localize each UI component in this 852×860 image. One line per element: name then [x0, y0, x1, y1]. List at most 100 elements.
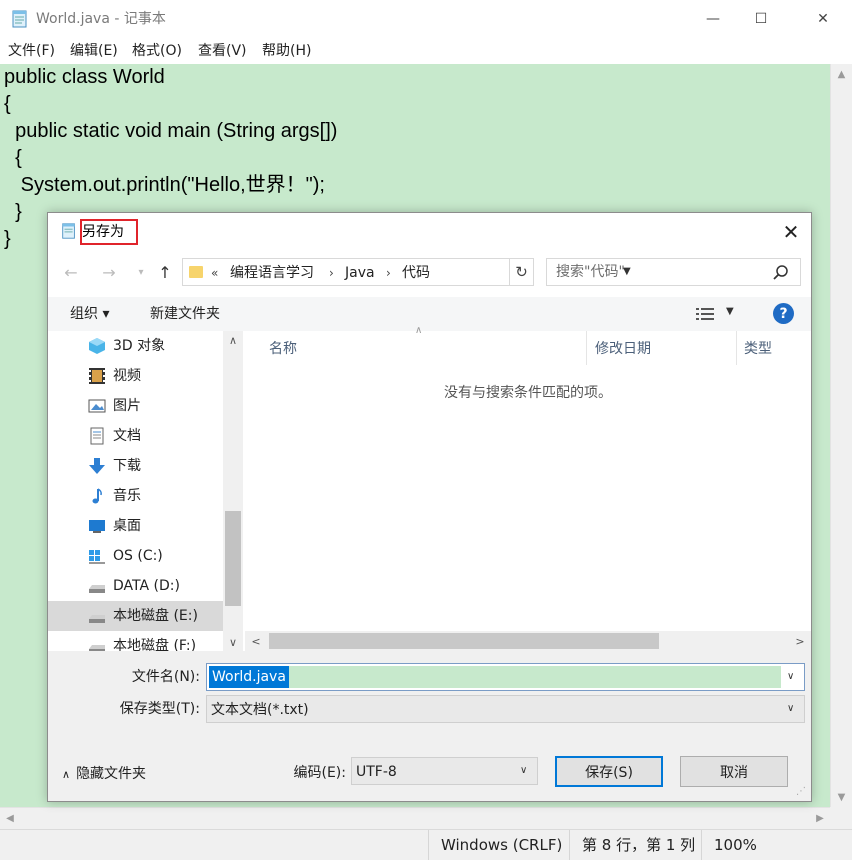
help-icon[interactable]: ?: [773, 303, 794, 324]
nav-item-os-c[interactable]: OS (C:): [48, 541, 223, 571]
nav-item-data-d[interactable]: DATA (D:): [48, 571, 223, 601]
window-title: World.java - 记事本: [36, 11, 166, 27]
scroll-up-icon[interactable]: ▲: [831, 64, 852, 84]
cancel-button[interactable]: 取消: [680, 756, 788, 787]
navigation-row: ← → ▾ ↑ « 编程语言学习 › Java › 代码 ▼ ↻: [48, 253, 811, 291]
close-window-button[interactable]: ✕: [800, 0, 846, 38]
scroll-right-icon[interactable]: ▶: [810, 808, 830, 829]
view-options-icon[interactable]: [696, 307, 714, 321]
search-input[interactable]: [547, 259, 767, 285]
nav-item-music[interactable]: 音乐: [48, 481, 223, 511]
breadcrumb-chevron-icon[interactable]: ›: [386, 263, 391, 283]
menu-bar: 文件(F) 编辑(E) 格式(O) 查看(V) 帮助(H): [0, 38, 852, 64]
desktop-icon: [89, 520, 105, 533]
refresh-button[interactable]: ↻: [510, 258, 534, 286]
close-icon: ✕: [782, 220, 800, 244]
nav-item-3d-objects[interactable]: 3D 对象: [48, 331, 223, 361]
breadcrumb-segment[interactable]: 代码: [402, 263, 430, 283]
nav-item-pictures[interactable]: 图片: [48, 391, 223, 421]
scrollbar-thumb[interactable]: [225, 511, 241, 606]
scroll-down-icon[interactable]: ▼: [831, 787, 852, 807]
chevron-down-icon[interactable]: ▼: [726, 306, 734, 317]
nav-item-local-disk-f[interactable]: 本地磁盘 (F:): [48, 631, 223, 651]
scroll-up-icon[interactable]: ∧: [223, 331, 243, 349]
code-line: System.out.println("Hello,世界！");: [4, 174, 325, 196]
chevron-down-icon[interactable]: ∨: [520, 765, 527, 776]
status-bar: Windows (CRLF) 第 8 行，第 1 列 100%: [0, 829, 852, 860]
pictures-icon: [88, 399, 106, 413]
new-folder-button[interactable]: 新建文件夹: [150, 304, 220, 324]
status-position: 第 8 行，第 1 列: [569, 830, 701, 860]
code-line: {: [4, 147, 22, 169]
nav-item-documents[interactable]: 文档: [48, 421, 223, 451]
nav-pane-scrollbar[interactable]: ∧ ∨: [223, 331, 243, 651]
column-header-date[interactable]: 修改日期: [595, 339, 651, 359]
breadcrumb-chevron-icon[interactable]: ›: [329, 263, 334, 283]
column-divider[interactable]: [736, 331, 737, 365]
menu-help[interactable]: 帮助(H): [262, 41, 311, 61]
minimize-icon: —: [706, 11, 720, 27]
navigation-pane: 3D 对象 视频 图片 文档 下载 音乐 桌面 OS (C:) DATA (D:…: [48, 331, 223, 651]
nav-item-local-disk-e[interactable]: 本地磁盘 (E:): [48, 601, 223, 631]
organize-button[interactable]: 组织 ▾: [70, 304, 109, 324]
up-arrow-icon[interactable]: ↑: [154, 261, 176, 283]
windows-drive-icon: [89, 550, 105, 564]
breadcrumb-segment[interactable]: Java: [345, 263, 375, 283]
menu-format[interactable]: 格式(O): [132, 41, 182, 61]
maximize-button[interactable]: ☐: [738, 0, 784, 38]
column-header-name[interactable]: 名称: [269, 339, 297, 359]
code-line: }: [4, 201, 22, 223]
back-arrow-icon[interactable]: ←: [60, 261, 82, 283]
filetype-select[interactable]: 文本文档(*.txt) ∨: [206, 695, 805, 723]
scroll-right-icon[interactable]: >: [791, 631, 809, 651]
forward-arrow-icon[interactable]: →: [98, 261, 120, 283]
nav-item-videos[interactable]: 视频: [48, 361, 223, 391]
filename-label: 文件名(N):: [131, 669, 200, 685]
editor-vertical-scrollbar[interactable]: ▲ ▼: [830, 64, 852, 807]
drive-icon: [89, 615, 105, 623]
chevron-down-icon[interactable]: ∨: [787, 703, 794, 714]
status-line-ending: Windows (CRLF): [428, 830, 568, 860]
resize-grip-icon[interactable]: ⋰: [796, 786, 806, 797]
notepad-icon: [12, 10, 27, 28]
filename-field[interactable]: World.java ∨: [206, 663, 805, 691]
search-icon: [773, 265, 788, 280]
filename-value[interactable]: World.java: [209, 666, 289, 688]
breadcrumb-segment[interactable]: 编程语言学习: [230, 263, 314, 283]
menu-edit[interactable]: 编辑(E): [70, 41, 118, 61]
scroll-left-icon[interactable]: <: [247, 631, 265, 651]
column-header-type[interactable]: 类型: [744, 339, 772, 359]
scroll-down-icon[interactable]: ∨: [223, 633, 243, 651]
cube-3d-icon: [89, 338, 105, 354]
file-list-scrollbar[interactable]: < >: [245, 631, 811, 651]
menu-view[interactable]: 查看(V): [198, 41, 247, 61]
save-button[interactable]: 保存(S): [555, 756, 663, 787]
title-bar: World.java - 记事本 — ☐ ✕: [0, 0, 852, 38]
nav-item-downloads[interactable]: 下载: [48, 451, 223, 481]
address-bar[interactable]: « 编程语言学习 › Java › 代码 ▼: [182, 258, 631, 286]
menu-file[interactable]: 文件(F): [8, 41, 55, 61]
file-list[interactable]: ∧ 名称 修改日期 类型 没有与搜索条件匹配的项。: [245, 325, 811, 651]
refresh-icon: ↻: [515, 263, 528, 281]
dialog-toolbar: 组织 ▾ 新建文件夹 ▼ ?: [48, 297, 811, 331]
scrollbar-thumb[interactable]: [269, 633, 659, 649]
editor-horizontal-scrollbar[interactable]: ◀ ▶: [0, 807, 830, 829]
folder-icon: [189, 266, 203, 278]
nav-item-desktop[interactable]: 桌面: [48, 511, 223, 541]
maximize-icon: ☐: [754, 11, 768, 27]
scroll-corner: [830, 807, 852, 829]
documents-icon: [90, 427, 104, 445]
hide-folders-toggle[interactable]: ∧ 隐藏文件夹: [62, 764, 146, 785]
save-form: 文件名(N): World.java ∨ 保存类型(T): 文本文档(*.txt…: [48, 651, 811, 801]
minimize-button[interactable]: —: [690, 0, 736, 38]
chevron-down-icon[interactable]: ∨: [787, 671, 794, 682]
empty-message: 没有与搜索条件匹配的项。: [444, 385, 612, 401]
encoding-label: 编码(E):: [293, 765, 347, 781]
column-divider[interactable]: [586, 331, 587, 365]
address-overflow[interactable]: «: [211, 263, 218, 283]
encoding-select[interactable]: UTF-8 ∨: [351, 757, 538, 785]
recent-locations-icon[interactable]: ▾: [130, 261, 152, 283]
scroll-left-icon[interactable]: ◀: [0, 808, 20, 829]
dialog-close-button[interactable]: ✕: [774, 217, 808, 247]
search-box[interactable]: [546, 258, 801, 286]
